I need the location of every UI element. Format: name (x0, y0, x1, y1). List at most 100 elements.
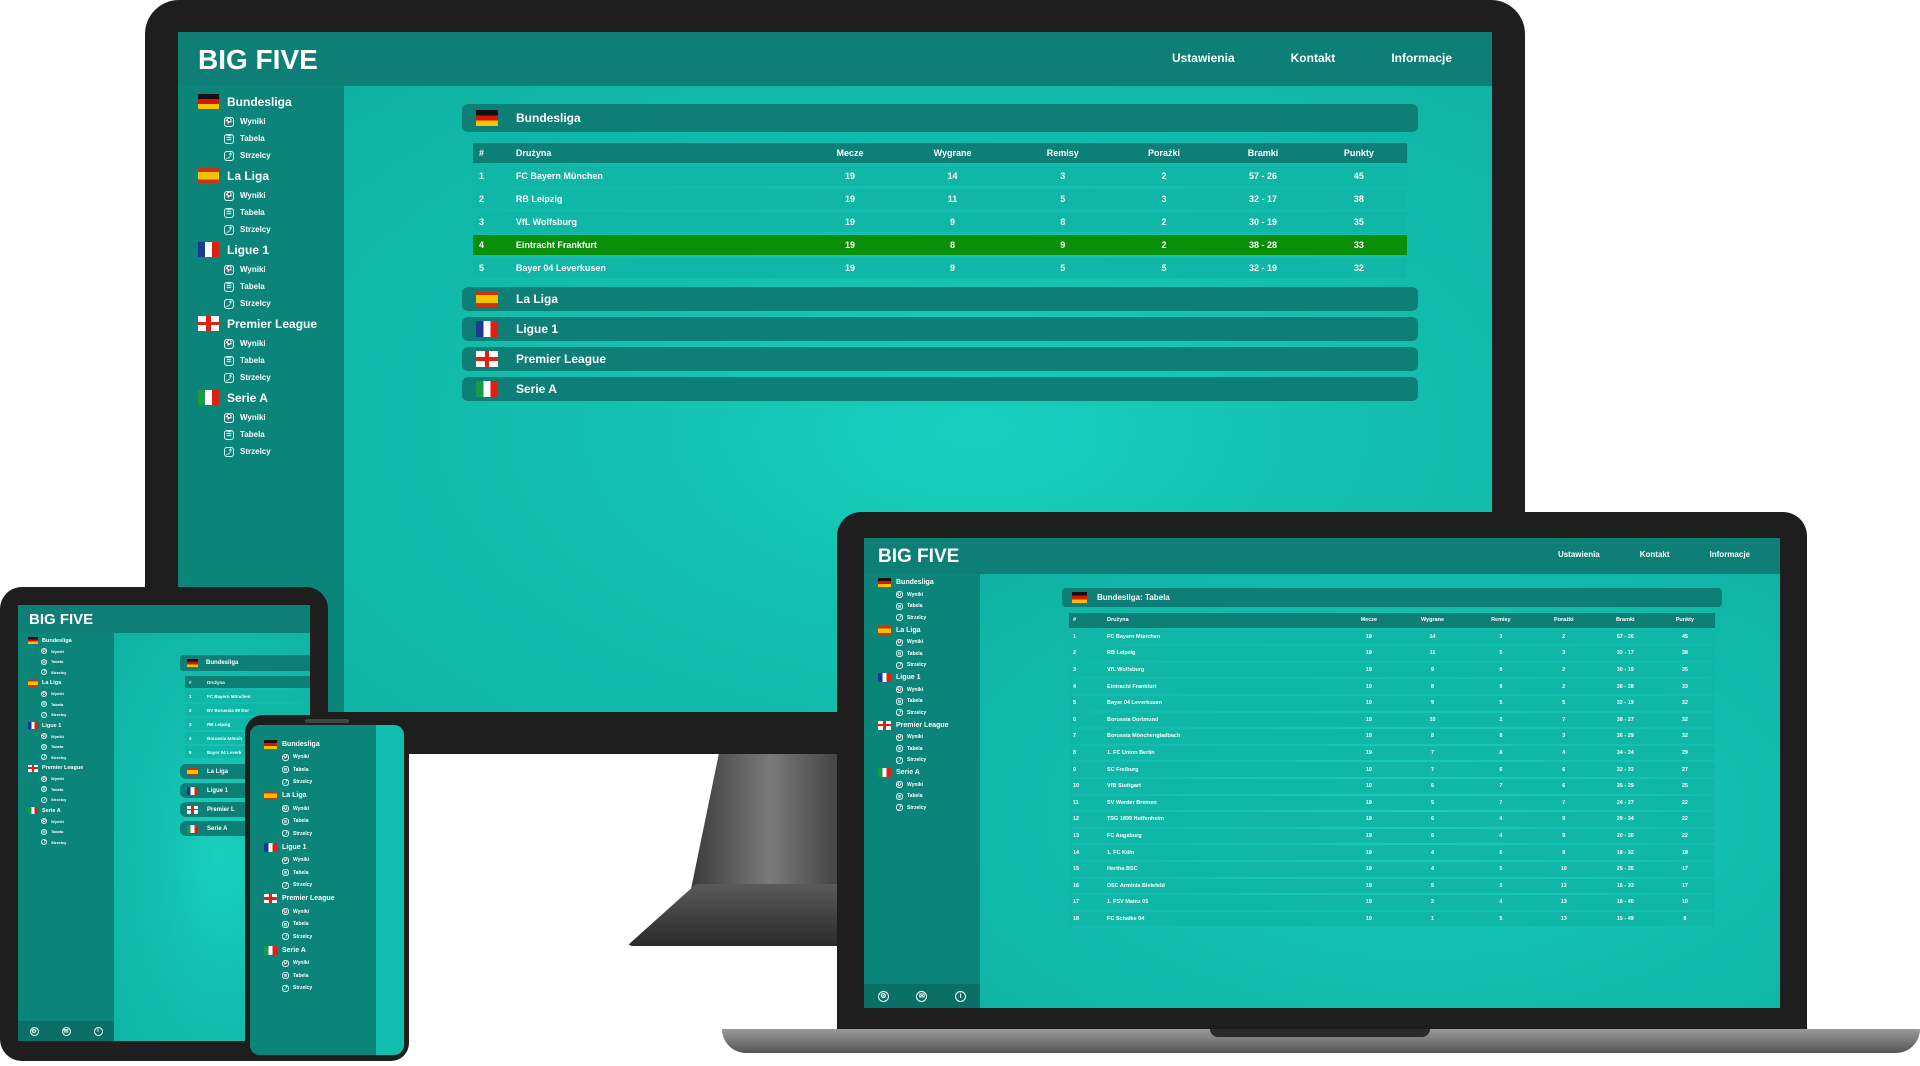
sidebar-subitem-tabela[interactable]: ☰ Tabela (28, 742, 114, 753)
nav-info[interactable]: Informacje (1710, 550, 1750, 559)
sidebar-subitem-tabela[interactable]: ☰ Tabela (28, 699, 114, 710)
sidebar-subitem-strzelcy[interactable]: ⤴ Strzelcy (198, 443, 344, 460)
sidebar-subitem-tabela[interactable]: ☰ Tabela (198, 426, 344, 443)
sidebar-subitem-wyniki[interactable]: ⚽ Wyniki (198, 409, 344, 426)
table-row[interactable]: 1 FC Bayern München 19 14 3 2 57 - 26 45 (473, 166, 1407, 186)
sidebar-league-it[interactable]: Serie A (878, 766, 980, 779)
sidebar-subitem-strzelcy[interactable]: ⤴ Strzelcy (28, 795, 114, 806)
nav-settings[interactable]: Ustawienia (1558, 550, 1600, 559)
table-row[interactable]: 5 Bayer 04 Leverkusen 19 9 5 5 32 - 19 32 (473, 258, 1407, 278)
table-row[interactable]: 15 Hertha BSC 19 4 5 10 25 - 35 17 (1069, 861, 1715, 877)
sidebar-subitem-tabela[interactable]: ☰ Tabela (264, 918, 376, 931)
table-row[interactable]: 3 VfL Wolfsburg 19 9 8 2 30 - 19 35 (473, 212, 1407, 232)
sidebar-subitem-strzelcy[interactable]: ⤴ Strzelcy (878, 660, 980, 672)
sidebar-league-en[interactable]: Premier League (264, 892, 376, 906)
sidebar-subitem-strzelcy[interactable]: ⤴ Strzelcy (878, 612, 980, 624)
sidebar-league-it[interactable]: Serie A (28, 805, 114, 816)
nav-contact[interactable]: Kontakt (1640, 550, 1670, 559)
league-bar-collapsed[interactable]: Ligue 1 (462, 317, 1418, 341)
gear-icon[interactable]: ⚙ (29, 1026, 39, 1036)
sidebar-league-de[interactable]: Bundesliga (878, 576, 980, 589)
table-row[interactable]: 9 SC Freiburg 19 7 6 6 32 - 32 27 (1069, 762, 1715, 777)
sidebar-subitem-wyniki[interactable]: ⚽ Wyniki (878, 637, 980, 649)
table-row[interactable]: 6 Borussia Dortmund 19 10 2 7 38 - 27 32 (1069, 712, 1715, 728)
table-row[interactable]: 8 1. FC Union Berlin 19 7 8 4 34 - 24 29 (1069, 745, 1715, 761)
league-bar-collapsed[interactable]: La Liga (462, 287, 1418, 311)
brand-logo[interactable]: BIG FIVE (198, 44, 318, 76)
table-row[interactable]: 12 TSG 1899 Hoffenheim 19 6 4 9 29 - 34 22 (1069, 812, 1715, 827)
sidebar-league-de[interactable]: Bundesliga (28, 635, 114, 646)
sidebar-subitem-strzelcy[interactable]: ⤴ Strzelcy (264, 982, 376, 995)
sidebar-subitem-wyniki[interactable]: ⚽ Wyniki (264, 803, 376, 816)
sidebar-subitem-tabela[interactable]: ☰ Tabela (198, 130, 344, 147)
info-icon[interactable]: i (955, 990, 967, 1002)
sidebar-league-fr[interactable]: Ligue 1 (878, 671, 980, 684)
sidebar-subitem-tabela[interactable]: ☰ Tabela (264, 815, 376, 828)
sidebar-subitem-strzelcy[interactable]: ⤴ Strzelcy (878, 802, 980, 814)
league-bar-collapsed[interactable]: Premier League (462, 347, 1418, 371)
sidebar-subitem-strzelcy[interactable]: ⤴ Strzelcy (264, 828, 376, 841)
sidebar-league-es[interactable]: La Liga (198, 164, 344, 187)
sidebar-league-de[interactable]: Bundesliga (198, 90, 344, 113)
sidebar-subitem-wyniki[interactable]: ⚽ Wyniki (198, 187, 344, 204)
sidebar-subitem-wyniki[interactable]: ⚽ Wyniki (878, 732, 980, 744)
sidebar-subitem-tabela[interactable]: ☰ Tabela (28, 784, 114, 795)
sidebar-subitem-strzelcy[interactable]: ⤴ Strzelcy (198, 221, 344, 238)
table-row[interactable]: 1 FC Bayern München (185, 690, 310, 702)
sidebar-subitem-strzelcy[interactable]: ⤴ Strzelcy (264, 879, 376, 892)
sidebar-subitem-tabela[interactable]: ☰ Tabela (878, 648, 980, 660)
sidebar-subitem-strzelcy[interactable]: ⤴ Strzelcy (28, 667, 114, 678)
sidebar-subitem-strzelcy[interactable]: ⤴ Strzelcy (28, 752, 114, 763)
sidebar-league-fr[interactable]: Ligue 1 (264, 840, 376, 854)
sidebar-subitem-wyniki[interactable]: ⚽ Wyniki (28, 774, 114, 785)
mail-icon[interactable]: ✉ (916, 990, 928, 1002)
sidebar-subitem-strzelcy[interactable]: ⤴ Strzelcy (28, 710, 114, 721)
nav-contact[interactable]: Kontakt (1291, 51, 1336, 65)
sidebar-league-en[interactable]: Premier League (198, 312, 344, 335)
sidebar-subitem-wyniki[interactable]: ⚽ Wyniki (198, 261, 344, 278)
sidebar-subitem-wyniki[interactable]: ⚽ Wyniki (264, 906, 376, 919)
mail-icon[interactable]: ✉ (61, 1026, 71, 1036)
sidebar-subitem-tabela[interactable]: ☰ Tabela (878, 601, 980, 613)
sidebar-subitem-strzelcy[interactable]: ⤴ Strzelcy (198, 147, 344, 164)
brand-logo[interactable]: BIG FIVE (29, 611, 93, 628)
sidebar-subitem-tabela[interactable]: ☰ Tabela (264, 867, 376, 880)
sidebar-subitem-tabela[interactable]: ☰ Tabela (198, 204, 344, 221)
table-row[interactable]: 11 SV Werder Bremen 19 5 7 7 24 - 27 22 (1069, 795, 1715, 811)
sidebar-league-es[interactable]: La Liga (28, 678, 114, 689)
brand-logo[interactable]: BIG FIVE (878, 546, 959, 568)
sidebar-subitem-tabela[interactable]: ☰ Tabela (878, 791, 980, 803)
sidebar-subitem-wyniki[interactable]: ⚽ Wyniki (264, 854, 376, 867)
table-row[interactable]: 14 1. FC Köln 19 4 6 9 18 - 32 18 (1069, 845, 1715, 860)
sidebar-subitem-wyniki[interactable]: ⚽ Wyniki (878, 684, 980, 696)
info-icon[interactable]: i (93, 1026, 103, 1036)
table-row[interactable]: 16 DSC Arminia Bielefeld 19 5 2 12 15 - 33 17 (1069, 878, 1715, 894)
gear-icon[interactable]: ⚙ (877, 990, 889, 1002)
sidebar-subitem-wyniki[interactable]: ⚽ Wyniki (198, 113, 344, 130)
table-row[interactable]: 18 FC Schalke 04 19 1 5 13 15 - 49 8 (1069, 911, 1715, 927)
sidebar-subitem-tabela[interactable]: ☰ Tabela (198, 278, 344, 295)
table-row[interactable]: 2 RB Leipzig 19 11 5 3 32 - 17 38 (1069, 646, 1715, 661)
sidebar-subitem-strzelcy[interactable]: ⤴ Strzelcy (28, 837, 114, 848)
sidebar-subitem-wyniki[interactable]: ⚽ Wyniki (28, 689, 114, 700)
sidebar-subitem-tabela[interactable]: ☰ Tabela (264, 970, 376, 983)
sidebar-subitem-wyniki[interactable]: ⚽ Wyniki (264, 751, 376, 764)
sidebar-subitem-wyniki[interactable]: ⚽ Wyniki (28, 816, 114, 827)
sidebar-subitem-tabela[interactable]: ☰ Tabela (264, 764, 376, 777)
sidebar-subitem-tabela[interactable]: ☰ Tabela (28, 827, 114, 838)
sidebar-subitem-tabela[interactable]: ☰ Tabela (878, 696, 980, 708)
sidebar-subitem-strzelcy[interactable]: ⤴ Strzelcy (878, 707, 980, 719)
sidebar-league-it[interactable]: Serie A (264, 943, 376, 957)
table-row[interactable]: 10 VfB Stuttgart 19 6 7 6 35 - 29 25 (1069, 778, 1715, 794)
table-row[interactable]: 3 VfL Wolfsburg 19 9 8 2 30 - 19 35 (1069, 662, 1715, 678)
league-bar-open[interactable]: Bundesliga (462, 104, 1418, 132)
sidebar-subitem-wyniki[interactable]: ⚽ Wyniki (878, 589, 980, 601)
league-bar-collapsed[interactable]: Serie A (462, 377, 1418, 401)
sidebar-subitem-strzelcy[interactable]: ⤴ Strzelcy (878, 755, 980, 767)
table-row[interactable]: 17 1. FSV Mainz 05 19 2 4 13 18 - 40 10 (1069, 895, 1715, 910)
sidebar-subitem-tabela[interactable]: ☰ Tabela (28, 657, 114, 668)
sidebar-league-fr[interactable]: Ligue 1 (198, 238, 344, 261)
sidebar-league-es[interactable]: La Liga (878, 624, 980, 637)
table-row[interactable]: 2 RB Leipzig 19 11 5 3 32 - 17 38 (473, 189, 1407, 209)
table-row[interactable]: 4 Eintracht Frankfurt 19 8 9 2 38 - 28 33 (1069, 679, 1715, 694)
